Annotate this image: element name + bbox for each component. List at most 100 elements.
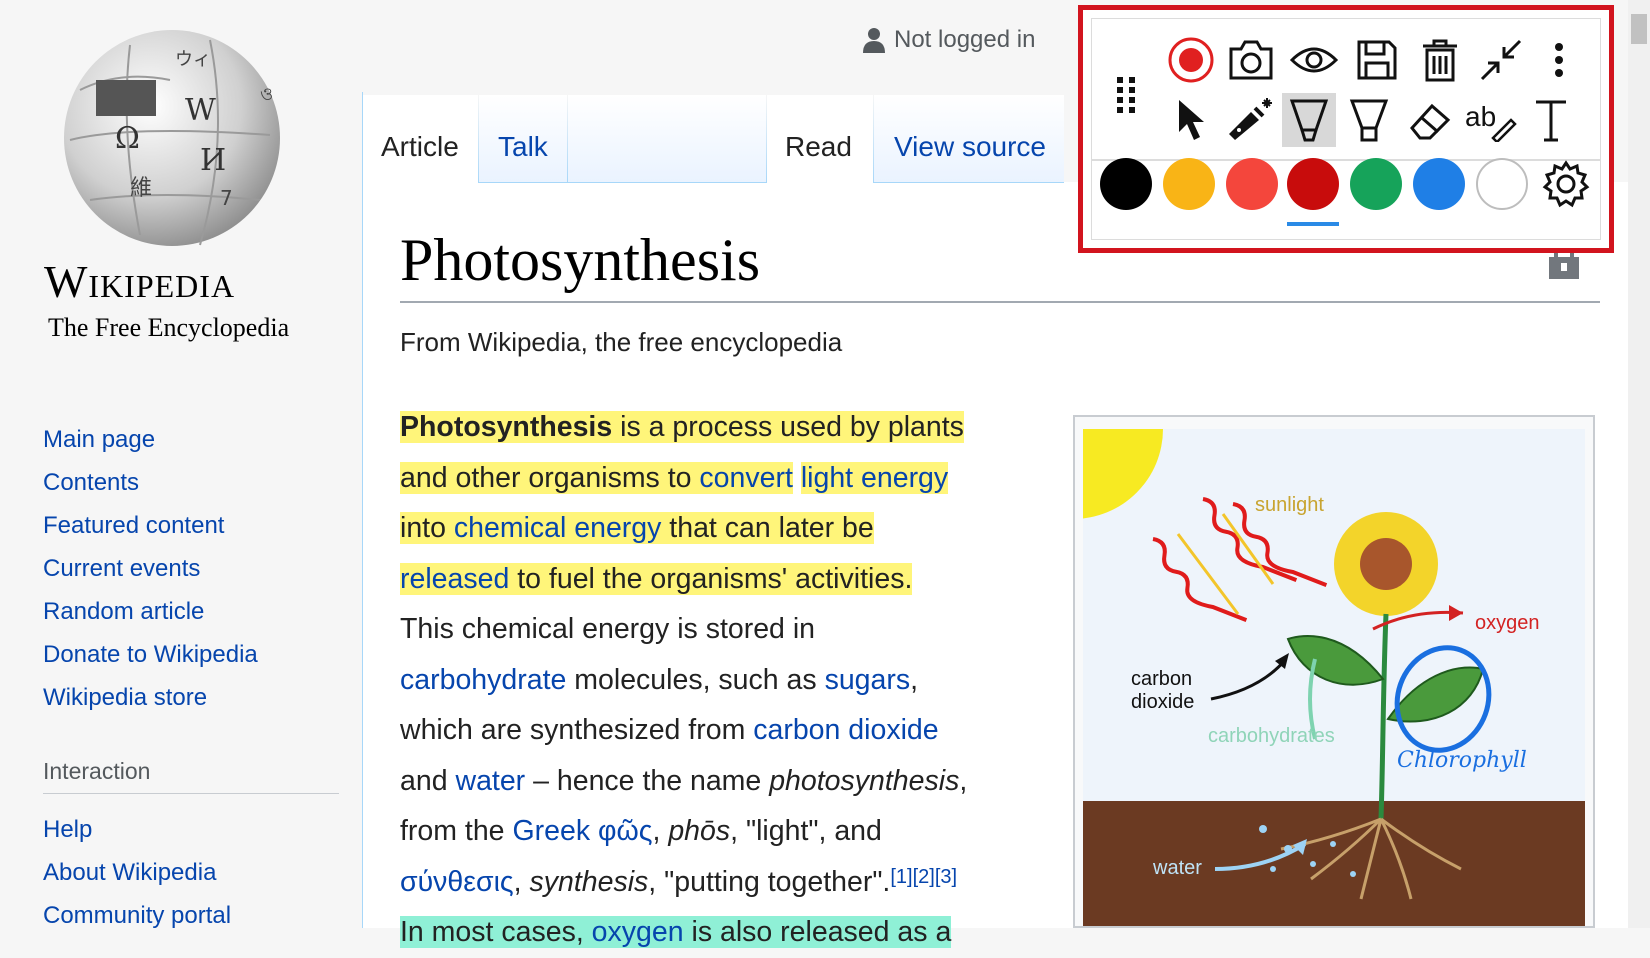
sidebar-navigation: Main page Contents Featured content Curr… <box>43 418 258 719</box>
wikipedia-globe-logo[interactable]: Ω W И 維 7 ウィ ও <box>60 30 300 260</box>
label-chlorophyll: Chlorophyll <box>1397 748 1527 773</box>
drag-handle-icon[interactable] <box>1104 59 1148 131</box>
link-convert[interactable]: convert <box>699 462 792 494</box>
link-greek[interactable]: Greek <box>512 815 590 847</box>
reference-link[interactable]: [3] <box>935 866 957 888</box>
label-carbon: carbon <box>1131 668 1192 690</box>
link-water[interactable]: water <box>455 765 525 797</box>
reference-link[interactable]: [2] <box>913 866 935 888</box>
svg-text:Ω: Ω <box>115 121 140 156</box>
text-run: that can later be <box>661 512 874 544</box>
highlighter-icon[interactable] <box>1282 93 1336 147</box>
link-carbohydrate[interactable]: carbohydrate <box>400 664 566 696</box>
link-carbon-dioxide[interactable]: carbon dioxide <box>753 714 938 746</box>
wikipedia-wordmark: Wikipedia <box>44 256 236 307</box>
sidebar-item-about[interactable]: About Wikipedia <box>43 851 231 894</box>
infobox-image[interactable]: sunlight Chlorophyll oxygen carbon dioxi… <box>1073 415 1595 928</box>
article-line: This chemical energy is stored in <box>400 604 1040 655</box>
article-line: which are synthesized from carbon dioxid… <box>400 705 1040 756</box>
color-swatch-black[interactable] <box>1100 158 1152 210</box>
color-swatch-dark-red[interactable] <box>1287 158 1339 210</box>
article-body: Photosynthesis is a process used by plan… <box>400 402 1040 958</box>
link-chemical-energy[interactable]: chemical energy <box>454 512 662 544</box>
label-oxygen: oxygen <box>1475 612 1540 634</box>
sidebar-item-help[interactable]: Help <box>43 808 231 851</box>
trash-icon[interactable] <box>1413 33 1467 87</box>
text-run: and <box>400 764 456 797</box>
text-run: , "putting together". <box>648 865 891 898</box>
sidebar-item-donate[interactable]: Donate to Wikipedia <box>43 633 258 676</box>
color-swatch-white[interactable] <box>1476 158 1528 210</box>
laser-pointer-icon[interactable] <box>1224 93 1278 147</box>
text-run: , "light", and <box>730 815 882 847</box>
article-line: carbohydrate molecules, such as sugars, <box>400 655 1040 706</box>
color-swatch-orange[interactable] <box>1163 158 1215 210</box>
sidebar-item-random-article[interactable]: Random article <box>43 590 258 633</box>
text-run: which are synthesized from <box>400 714 754 746</box>
camera-icon[interactable] <box>1224 33 1278 87</box>
sidebar-item-current-events[interactable]: Current events <box>43 547 258 590</box>
text-run: , <box>513 865 530 898</box>
link-sugars[interactable]: sugars <box>825 664 911 696</box>
personal-tools[interactable]: Not logged in <box>862 26 1035 54</box>
label-sunlight: sunlight <box>1255 494 1324 516</box>
text-run: to fuel the organisms' activities. <box>509 562 913 595</box>
save-icon[interactable] <box>1350 33 1404 87</box>
color-swatch-light-red[interactable] <box>1226 158 1278 210</box>
sunflower <box>1334 512 1438 616</box>
more-vert-icon[interactable] <box>1532 33 1586 87</box>
tab-read[interactable]: Read <box>767 95 873 183</box>
sidebar-item-main-page[interactable]: Main page <box>43 418 258 461</box>
link-oxygen[interactable]: oxygen <box>592 916 684 948</box>
title-divider <box>400 301 1600 303</box>
tab-talk[interactable]: Talk <box>479 95 567 183</box>
user-icon <box>863 28 885 53</box>
link-light-energy[interactable]: light energy <box>801 462 948 494</box>
sidebar-item-featured-content[interactable]: Featured content <box>43 504 258 547</box>
marker-icon[interactable] <box>1342 93 1396 147</box>
reference-link[interactable]: [1] <box>890 866 912 888</box>
settings-gear-icon[interactable] <box>1540 158 1592 210</box>
svg-text:W: W <box>185 93 216 128</box>
tab-view-source[interactable]: View source <box>874 95 1064 183</box>
svg-text:7: 7 <box>220 186 233 210</box>
text-run: into <box>400 512 454 544</box>
link-phos[interactable]: φῶς <box>598 815 652 847</box>
tab-article[interactable]: Article <box>363 95 478 183</box>
sidebar-item-community-portal[interactable]: Community portal <box>43 894 231 937</box>
vertical-scrollbar[interactable] <box>1628 0 1650 928</box>
text-run: , <box>959 764 968 797</box>
color-swatch-green[interactable] <box>1350 158 1402 210</box>
sidebar: Ω W И 維 7 ウィ ও Wikipedia The Free Encycl… <box>0 0 362 929</box>
eraser-icon[interactable] <box>1403 93 1457 147</box>
color-swatch-blue[interactable] <box>1413 158 1465 210</box>
sidebar-item-store[interactable]: Wikipedia store <box>43 676 258 719</box>
text-icon[interactable] <box>1524 93 1578 147</box>
italic-term: synthesis <box>529 865 649 898</box>
toolbar-panel: ab <box>1091 18 1601 240</box>
italic-term: phōs <box>668 815 731 847</box>
article-line: σύνθεσις, synthesis, "putting together".… <box>400 857 1040 908</box>
article-line: released to fuel the organisms' activiti… <box>400 554 1040 605</box>
svg-text:ウィ: ウィ <box>175 49 211 70</box>
text-run: is a process used by plants <box>612 411 964 443</box>
collapse-icon[interactable] <box>1474 33 1528 87</box>
label-dioxide: dioxide <box>1131 691 1194 713</box>
article-line: and water – hence the name photosynthesi… <box>400 756 1040 807</box>
text-run: This chemical energy is stored in <box>400 613 816 645</box>
scrollbar-thumb[interactable] <box>1631 14 1647 44</box>
sidebar-item-contents[interactable]: Contents <box>43 461 258 504</box>
page-subtitle: From Wikipedia, the free encyclopedia <box>400 327 843 357</box>
photosynthesis-diagram: sunlight Chlorophyll oxygen carbon dioxi… <box>1083 429 1585 926</box>
svg-text:維: 維 <box>130 176 152 201</box>
svg-text:И: И <box>200 143 226 178</box>
text-run: and other organisms to <box>400 461 700 494</box>
record-icon[interactable] <box>1164 33 1218 87</box>
link-released[interactable]: released <box>400 563 509 595</box>
cursor-icon[interactable] <box>1164 93 1218 147</box>
eye-icon[interactable] <box>1287 33 1341 87</box>
text-run: , <box>910 663 919 696</box>
text-run: from the <box>400 815 513 847</box>
text-replace-icon[interactable]: ab <box>1464 93 1518 147</box>
link-synthesis-greek[interactable]: σύνθεσις <box>400 866 514 898</box>
